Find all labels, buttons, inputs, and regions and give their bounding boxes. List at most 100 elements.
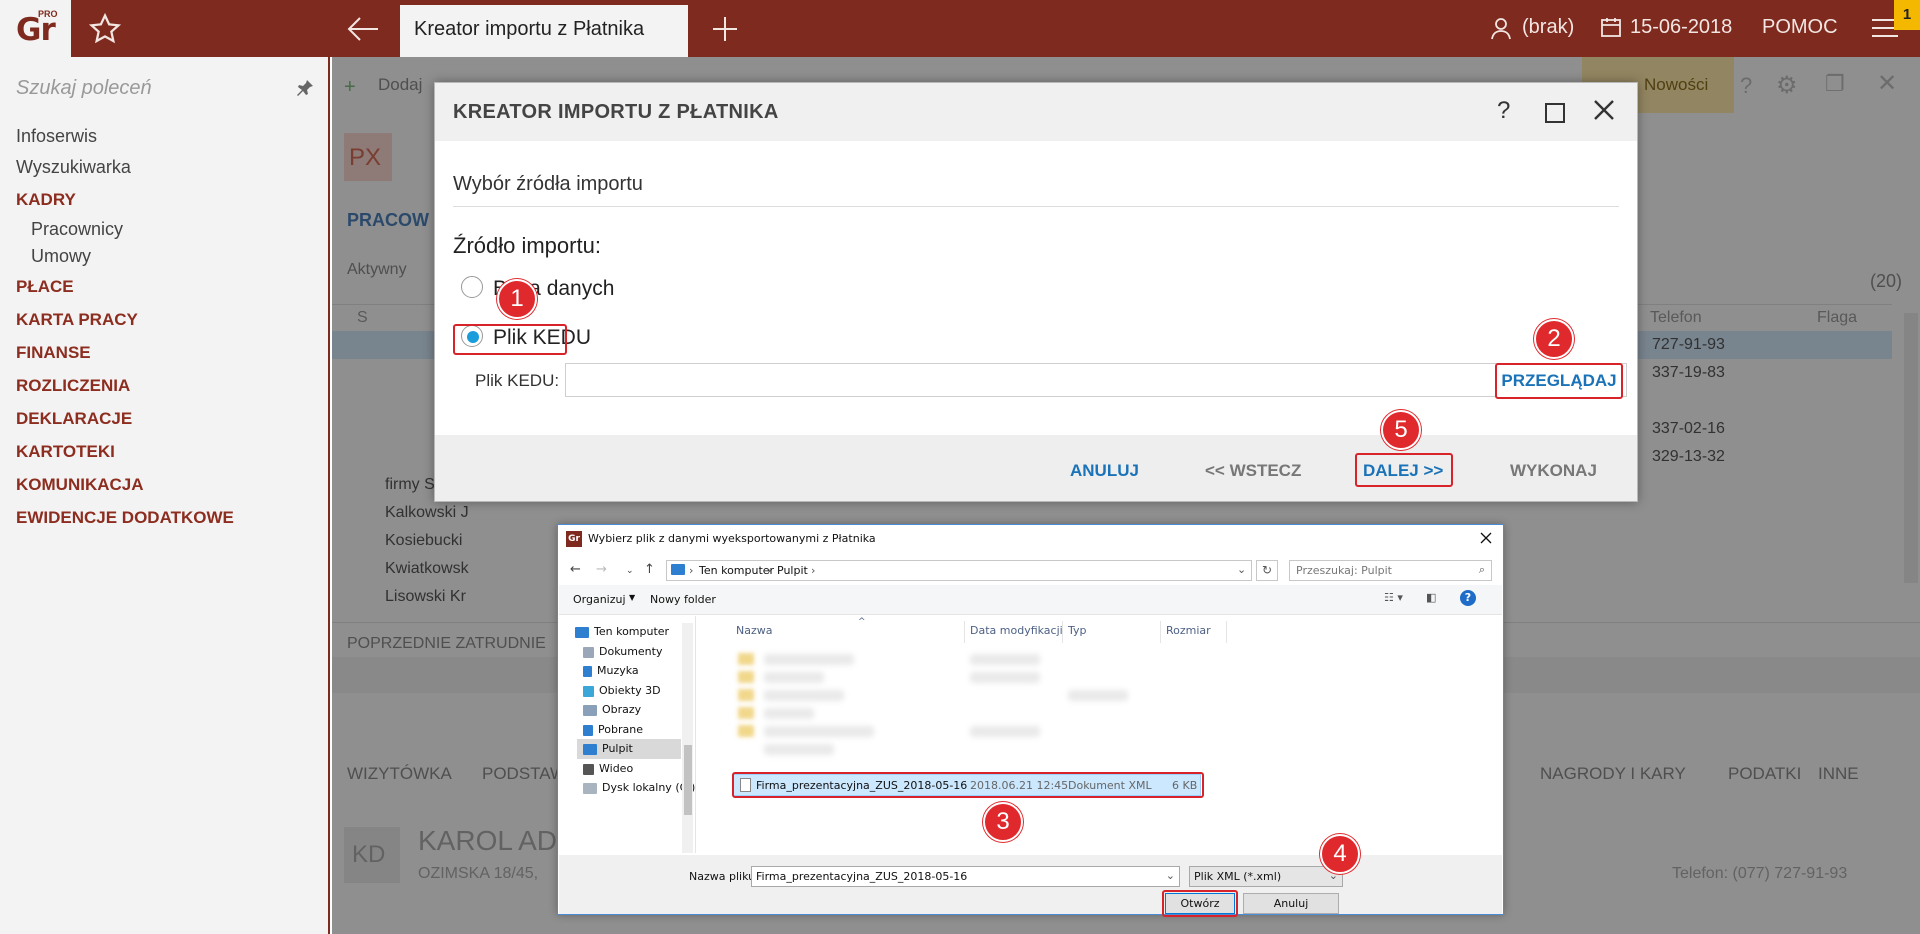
blurred-file-row <box>764 726 874 737</box>
step-marker-1: 1 <box>497 279 537 319</box>
view-options-icon[interactable]: ☷ ▾ <box>1384 591 1403 604</box>
tree-obiekty-3d[interactable]: Obiekty 3D <box>583 681 661 701</box>
tree-wideo[interactable]: Wideo <box>583 759 633 779</box>
tree-label: Obiekty 3D <box>599 684 661 697</box>
tree-scrollbar[interactable] <box>682 623 693 853</box>
sidebar-item-finanse[interactable]: FINANSE <box>16 336 316 369</box>
objects-3d-icon <box>583 685 594 697</box>
address-bar[interactable]: › Ten komputer › Pulpit › ⌄ <box>666 560 1252 581</box>
sidebar-item-wyszukiwarka[interactable]: Wyszukiwarka <box>16 152 316 183</box>
nav-back-icon[interactable]: ← <box>570 562 581 577</box>
organize-menu[interactable]: Organizuj <box>573 593 626 606</box>
computer-icon <box>671 564 685 575</box>
tree-scrollbar-thumb[interactable] <box>684 745 692 815</box>
pin-icon[interactable] <box>295 78 315 98</box>
sidebar-item-pracownicy[interactable]: Pracownicy <box>16 216 316 243</box>
step-marker-2: 2 <box>1534 319 1574 359</box>
blurred-folder-icon <box>738 707 754 719</box>
command-search-input[interactable]: Szukaj poleceń <box>16 77 152 100</box>
tree-dysk-c[interactable]: Dysk lokalny (C:) <box>583 778 695 798</box>
close-icon[interactable] <box>1591 97 1617 123</box>
tree-obrazy[interactable]: Obrazy <box>583 700 641 720</box>
nav-up-icon[interactable]: ↑ <box>644 562 655 577</box>
help-link[interactable]: POMOC <box>1762 16 1838 39</box>
dialog-title: KREATOR IMPORTU Z PŁATNIKA <box>453 101 779 123</box>
step-marker-4: 4 <box>1320 834 1360 874</box>
sidebar-item-rozliczenia[interactable]: ROZLICZENIA <box>16 369 316 402</box>
column-separator[interactable] <box>1062 621 1063 643</box>
recent-locations-chevron-icon[interactable]: ⌄ <box>626 566 634 576</box>
highlight-selected-file <box>732 772 1204 798</box>
search-input[interactable]: Przeszukaj: Pulpit ⌕ <box>1289 560 1492 581</box>
kedu-file-input[interactable] <box>565 363 1627 397</box>
notification-badge[interactable]: 1 <box>1894 0 1920 30</box>
dialog-app-icon: Gr <box>566 531 582 547</box>
back-arrow-icon[interactable] <box>346 14 380 44</box>
filename-dropdown-icon[interactable]: ⌄ <box>1166 869 1175 882</box>
sidebar-item-deklaracje[interactable]: DEKLARACJE <box>16 402 316 435</box>
new-folder-button[interactable]: Nowy folder <box>650 593 716 606</box>
cancel-button[interactable]: Anuluj <box>1243 893 1339 914</box>
current-date[interactable]: 15-06-2018 <box>1630 16 1732 39</box>
breadcrumb-separator-icon: › <box>689 564 694 577</box>
refresh-icon[interactable]: ↻ <box>1256 560 1278 581</box>
nav-forward-icon[interactable]: → <box>596 562 607 577</box>
sidebar-item-kartoteki[interactable]: KARTOTEKI <box>16 435 316 468</box>
close-icon[interactable] <box>1479 531 1493 545</box>
blurred-file-row <box>970 654 1040 665</box>
tree-ten-komputer[interactable]: Ten komputer <box>575 622 669 642</box>
sidebar-item-ewidencje[interactable]: EWIDENCJE DODATKOWE <box>16 501 316 534</box>
breadcrumb-ten-komputer[interactable]: Ten komputer <box>699 564 774 577</box>
execute-button[interactable]: WYKONAJ <box>1510 461 1597 481</box>
blurred-folder-icon <box>738 689 754 701</box>
breadcrumb-pulpit[interactable]: Pulpit <box>777 564 808 577</box>
downloads-icon <box>583 724 593 736</box>
tree-label: Ten komputer <box>594 625 670 638</box>
column-type[interactable]: Typ <box>1068 624 1087 637</box>
app-logo[interactable]: Gr PRO <box>0 0 71 57</box>
dialog-help-icon[interactable]: ? <box>1497 97 1510 125</box>
tree-label: Muzyka <box>597 664 639 677</box>
tree-muzyka[interactable]: Muzyka <box>583 661 639 681</box>
sidebar-item-komunikacja[interactable]: KOMUNIKACJA <box>16 468 316 501</box>
cancel-button[interactable]: ANULUJ <box>1070 461 1139 481</box>
address-dropdown-icon[interactable]: ⌄ <box>1237 563 1246 576</box>
maximize-icon[interactable] <box>1545 103 1565 123</box>
column-separator[interactable] <box>1226 621 1227 643</box>
user-switch-icon[interactable] <box>1490 15 1516 41</box>
highlight-browse <box>1495 363 1623 399</box>
filename-input[interactable]: Firma_prezentacyjna_ZUS_2018-05-16 ⌄ <box>751 866 1180 887</box>
calendar-icon[interactable] <box>1600 16 1622 38</box>
new-tab-plus-icon[interactable] <box>710 14 740 44</box>
tree-pulpit[interactable]: Pulpit <box>577 739 681 759</box>
search-placeholder: Przeszukaj: Pulpit <box>1296 564 1392 577</box>
sidebar-item-umowy[interactable]: Umowy <box>16 243 316 270</box>
sidebar-item-place[interactable]: PŁACE <box>16 270 316 303</box>
back-button[interactable]: << WSTECZ <box>1205 461 1301 481</box>
tree-dokumenty[interactable]: Dokumenty <box>583 642 662 662</box>
radio-button[interactable] <box>461 276 483 299</box>
preview-pane-icon[interactable]: ◧ <box>1426 591 1436 604</box>
favorites-star-icon[interactable] <box>88 12 122 46</box>
column-size[interactable]: Rozmiar <box>1166 624 1211 637</box>
tree-pobrane[interactable]: Pobrane <box>583 720 643 740</box>
column-separator[interactable] <box>1160 621 1161 643</box>
filter-value: Plik XML (*.xml) <box>1194 870 1282 883</box>
sidebar-item-infoserwis[interactable]: Infoserwis <box>16 121 316 152</box>
organize-dropdown-icon[interactable]: ▼ <box>629 593 635 602</box>
blurred-file-row <box>764 672 824 683</box>
radio-baza-danych[interactable]: Baza danych <box>461 276 614 307</box>
column-name[interactable]: Nazwa <box>736 624 772 637</box>
step-title: Wybór źródła importu <box>453 173 643 195</box>
help-icon[interactable]: ? <box>1460 590 1476 606</box>
filename-value: Firma_prezentacyjna_ZUS_2018-05-16 <box>756 870 968 883</box>
sidebar-item-kadry[interactable]: KADRY <box>16 183 316 216</box>
sidebar-item-karta-pracy[interactable]: KARTA PRACY <box>16 303 316 336</box>
tab-kreator-importu[interactable]: Kreator importu z Płatnika <box>400 5 688 57</box>
filename-label: Nazwa pliku: <box>689 870 759 883</box>
column-separator[interactable] <box>964 621 965 643</box>
file-type-filter[interactable]: Plik XML (*.xml) ⌄ <box>1189 866 1343 887</box>
user-label[interactable]: (brak) <box>1522 16 1574 39</box>
step-marker-5: 5 <box>1381 410 1421 450</box>
column-date[interactable]: Data modyfikacji <box>970 624 1063 637</box>
